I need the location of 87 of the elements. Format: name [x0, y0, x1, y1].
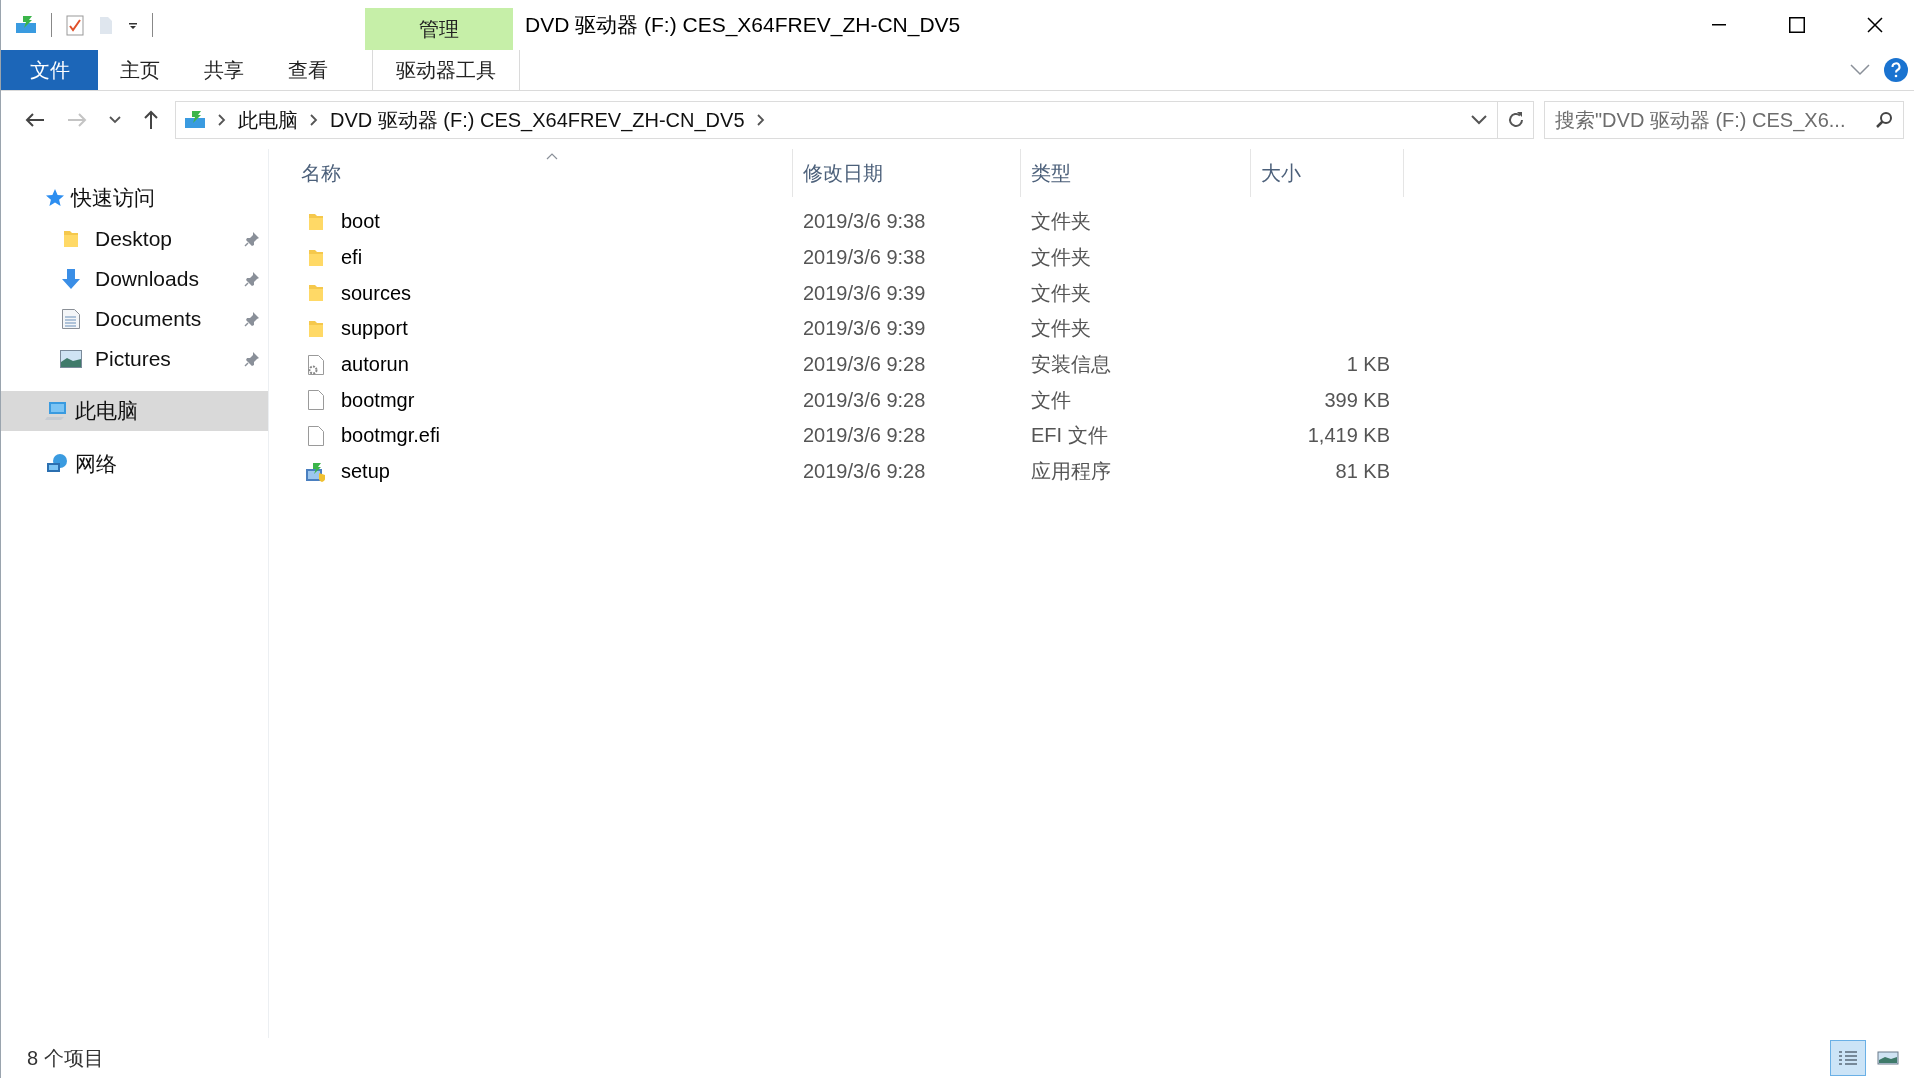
breadcrumb-segment[interactable]: 此电脑: [238, 106, 298, 134]
ribbon-tab[interactable]: 文件: [1, 50, 98, 90]
sidebar-item[interactable]: 网络: [1, 443, 268, 485]
chevron-down-icon[interactable]: [1471, 115, 1487, 125]
size-cell: 1 KB: [1346, 353, 1390, 377]
up-arrow-icon[interactable]: [143, 110, 159, 130]
sidebar-item[interactable]: Documents: [1, 299, 268, 339]
date-cell-text: 2019/3/6 9:38: [802, 246, 926, 270]
file-name[interactable]: sources: [341, 281, 412, 305]
pin-icon[interactable]: [244, 271, 260, 287]
sidebar-item[interactable]: Downloads: [1, 259, 268, 299]
chevron-down-icon[interactable]: [109, 116, 121, 124]
checklist-icon[interactable]: [66, 14, 84, 36]
file-name[interactable]: boot: [341, 210, 380, 234]
type-cell-text: 安装信息: [1030, 352, 1111, 378]
pin-icon[interactable]: [244, 231, 260, 247]
down-arrow-icon: [60, 268, 82, 290]
type-cell-text: EFI 文件: [1030, 423, 1108, 449]
chevron-down-icon[interactable]: [1850, 64, 1870, 76]
column-header[interactable]: 大小: [1251, 149, 1404, 197]
pin-icon[interactable]: [244, 311, 260, 327]
column-header[interactable]: 修改日期: [793, 149, 1021, 197]
back-arrow-icon[interactable]: [25, 112, 45, 128]
sidebar-item[interactable]: Desktop: [1, 219, 268, 259]
drive-icon: [184, 110, 206, 130]
file-name[interactable]: support: [341, 317, 408, 341]
breadcrumb-segment[interactable]: DVD 驱动器 (F:) CES_X64FREV_ZH-CN_DV5: [330, 106, 745, 134]
drive-icon[interactable]: [15, 15, 37, 35]
ribbon-tab[interactable]: 主页: [98, 50, 182, 90]
pin-icon[interactable]: [244, 351, 260, 367]
date-cell-text: 2019/3/6 9:38: [802, 210, 926, 234]
chevron-right-icon[interactable]: [218, 114, 226, 126]
type-cell-text: 文件夹: [1030, 245, 1091, 271]
ribbon-tab[interactable]: 查看: [266, 50, 350, 90]
computer-icon: [45, 400, 69, 422]
size-cell: 1,419 KB: [1307, 424, 1390, 448]
details-view-button[interactable]: [1830, 1040, 1866, 1076]
ribbon-tab[interactable]: 驱动器工具: [372, 50, 520, 90]
minimize-icon: [1712, 24, 1726, 26]
type-cell-text: 文件夹: [1030, 209, 1091, 235]
date-cell-text: 2019/3/6 9:28: [802, 424, 926, 448]
refresh-icon: [1506, 111, 1525, 129]
ribbon-tab[interactable]: 共享: [182, 50, 266, 90]
file-icon: [307, 424, 325, 447]
file-name[interactable]: bootmgr: [341, 388, 415, 412]
address-bar[interactable]: 此电脑 DVD 驱动器 (F:) CES_X64FREV_ZH-CN_DV5: [175, 101, 1498, 139]
network-globe-icon: [45, 453, 69, 475]
file-name[interactable]: setup: [341, 460, 390, 484]
date-cell-text: 2019/3/6 9:28: [802, 388, 926, 412]
gear-file-icon: [307, 353, 325, 376]
type-cell-text: 文件: [1030, 387, 1071, 413]
context-tab-group-label: 管理: [365, 8, 513, 50]
size-cell: 81 KB: [1335, 460, 1390, 484]
column-header[interactable]: 名称: [291, 149, 793, 197]
search-field[interactable]: 搜索"DVD 驱动器 (F:) CES_X6...: [1544, 101, 1904, 139]
date-cell-text: 2019/3/6 9:28: [802, 353, 926, 377]
window-title: DVD 驱动器 (F:) CES_X64FREV_ZH-CN_DV5: [524, 12, 961, 39]
file-name[interactable]: autorun: [341, 353, 409, 377]
star-icon: [45, 188, 65, 208]
document-icon: [61, 308, 81, 330]
sidebar-item[interactable]: 此电脑: [1, 391, 268, 431]
file-icon: [307, 389, 325, 412]
help-icon[interactable]: [1884, 58, 1908, 82]
search-icon: [1875, 111, 1893, 129]
date-cell-text: 2019/3/6 9:39: [802, 281, 926, 305]
type-cell-text: 文件夹: [1030, 316, 1091, 342]
date-cell-text: 2019/3/6 9:28: [802, 460, 926, 484]
item-count: 8 个项目: [27, 1045, 104, 1071]
details-list-icon: [1837, 1049, 1859, 1067]
size-cell: 399 KB: [1324, 388, 1390, 412]
refresh-button[interactable]: [1498, 101, 1534, 139]
sidebar-item[interactable]: Pictures: [1, 339, 268, 379]
dropdown-icon[interactable]: [128, 20, 138, 30]
maximize-icon: [1789, 17, 1805, 33]
column-header[interactable]: 类型: [1021, 149, 1251, 197]
chevron-right-icon[interactable]: [756, 114, 765, 126]
tiles-picture-icon: [1877, 1050, 1899, 1066]
landscape-picture-icon: [60, 350, 82, 368]
close-icon: [1867, 17, 1883, 33]
installer-icon: [305, 460, 327, 483]
chevron-right-icon[interactable]: [310, 114, 318, 126]
file-name[interactable]: bootmgr.efi: [341, 424, 440, 448]
type-cell-text: 文件夹: [1030, 280, 1091, 306]
date-cell-text: 2019/3/6 9:39: [802, 317, 926, 341]
sidebar-item[interactable]: 快速访问: [1, 177, 268, 219]
file-name[interactable]: efi: [341, 246, 363, 270]
type-cell-text: 应用程序: [1030, 459, 1111, 485]
